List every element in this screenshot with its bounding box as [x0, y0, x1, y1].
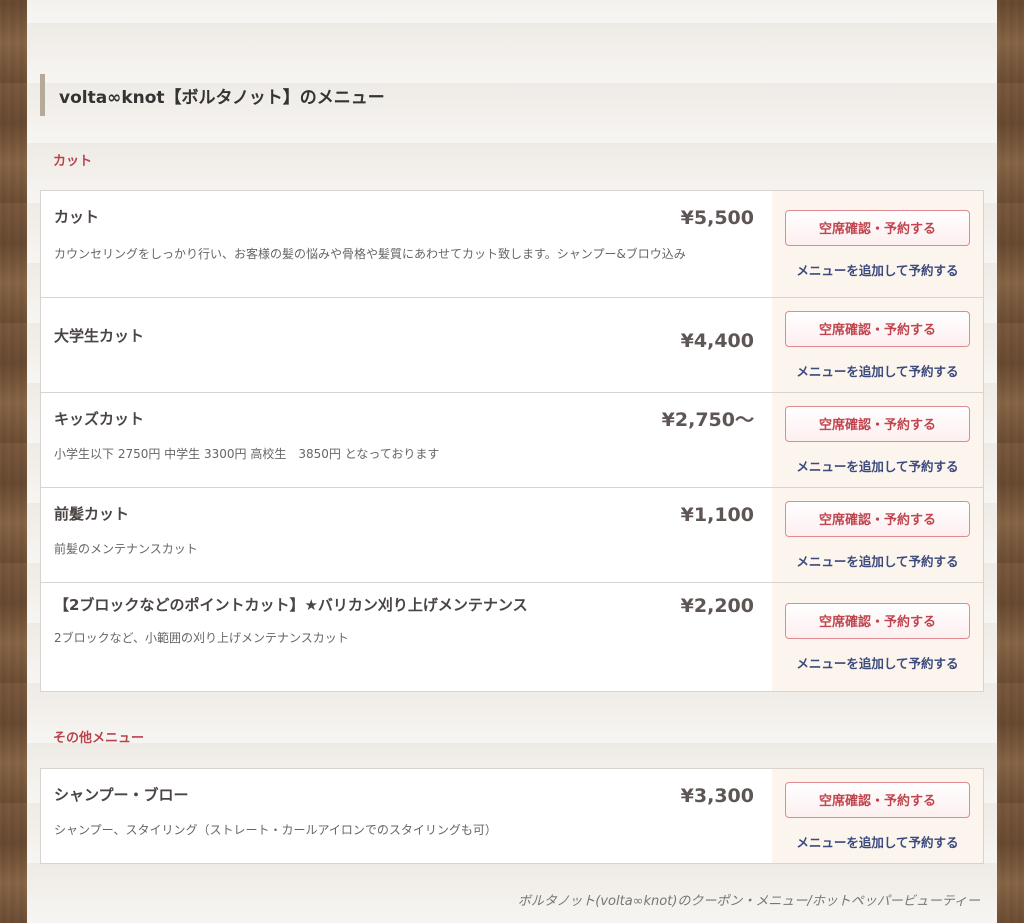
- add-menu-reserve-link[interactable]: メニューを追加して予約する: [796, 260, 958, 279]
- reserve-button[interactable]: 空席確認・予約する: [785, 310, 970, 347]
- menu-row: カット ¥5,500 カウンセリングをしっかり行い、お客様の髪の悩みや骨格や髪質…: [41, 191, 983, 298]
- menu-item-name: 【2ブロックなどのポイントカット】★バリカン刈り上げメンテナンス: [54, 596, 528, 614]
- menu-item-desc: 2ブロックなど、小範囲の刈り上げメンテナンスカット: [54, 631, 349, 645]
- menu-item-name: 前髪カット: [54, 505, 130, 523]
- menu-item-name: カット: [54, 208, 100, 226]
- menu-row-main: 前髪カット ¥1,100 前髪のメンテナンスカット: [41, 488, 772, 582]
- menu-item-desc: シャンプー、スタイリング（ストレート・カールアイロンでのスタイリングも可）: [54, 823, 497, 837]
- menu-item-price: ¥2,750〜: [661, 409, 754, 431]
- reserve-button[interactable]: 空席確認・予約する: [785, 781, 970, 818]
- menu-row-actions: 空席確認・予約する メニューを追加して予約する: [772, 769, 983, 863]
- reserve-button[interactable]: 空席確認・予約する: [785, 602, 970, 639]
- menu-row: シャンプー・ブロー ¥3,300 シャンプー、スタイリング（ストレート・カールア…: [41, 769, 983, 863]
- menu-item-desc: カウンセリングをしっかり行い、お客様の髪の悩みや骨格や髪質にあわせてカット致しま…: [54, 247, 686, 261]
- menu-item-name: 大学生カット: [54, 327, 145, 345]
- menu-row: キッズカット ¥2,750〜 小学生以下 2750円 中学生 3300円 高校生…: [41, 393, 983, 488]
- menu-row: 前髪カット ¥1,100 前髪のメンテナンスカット 空席確認・予約する メニュー…: [41, 488, 983, 583]
- reserve-button[interactable]: 空席確認・予約する: [785, 209, 970, 246]
- menu-row-actions: 空席確認・予約する メニューを追加して予約する: [772, 488, 983, 582]
- menu-row-main: カット ¥5,500 カウンセリングをしっかり行い、お客様の髪の悩みや骨格や髪質…: [41, 191, 772, 297]
- menu-row-actions: 空席確認・予約する メニューを追加して予約する: [772, 583, 983, 691]
- menu-row-actions: 空席確認・予約する メニューを追加して予約する: [772, 393, 983, 487]
- menu-row-main: 【2ブロックなどのポイントカット】★バリカン刈り上げメンテナンス ¥2,200 …: [41, 583, 772, 691]
- category-label-other: その他メニュー: [53, 731, 145, 746]
- menu-table-other: シャンプー・ブロー ¥3,300 シャンプー、スタイリング（ストレート・カールア…: [40, 768, 984, 864]
- menu-item-price: ¥5,500: [680, 207, 754, 229]
- menu-item-desc: 前髪のメンテナンスカット: [54, 542, 198, 556]
- add-menu-reserve-link[interactable]: メニューを追加して予約する: [796, 653, 958, 672]
- menu-item-price: ¥3,300: [680, 785, 754, 807]
- menu-row: 【2ブロックなどのポイントカット】★バリカン刈り上げメンテナンス ¥2,200 …: [41, 583, 983, 691]
- menu-item-name: シャンプー・ブロー: [54, 786, 189, 804]
- add-menu-reserve-link[interactable]: メニューを追加して予約する: [796, 551, 958, 570]
- reserve-button[interactable]: 空席確認・予約する: [785, 405, 970, 442]
- add-menu-reserve-link[interactable]: メニューを追加して予約する: [796, 832, 958, 851]
- menu-table-cut: カット ¥5,500 カウンセリングをしっかり行い、お客様の髪の悩みや骨格や髪質…: [40, 190, 984, 692]
- menu-item-price: ¥4,400: [680, 330, 754, 352]
- menu-section-header: volta∞knot【ボルタノット】のメニュー: [40, 74, 385, 116]
- menu-row-main: シャンプー・ブロー ¥3,300 シャンプー、スタイリング（ストレート・カールア…: [41, 769, 772, 863]
- add-menu-reserve-link[interactable]: メニューを追加して予約する: [796, 361, 958, 380]
- page-container: volta∞knot【ボルタノット】のメニュー カット カット ¥5,500 カ…: [27, 0, 997, 923]
- reserve-button[interactable]: 空席確認・予約する: [785, 500, 970, 537]
- menu-row: 大学生カット ¥4,400 空席確認・予約する メニューを追加して予約する: [41, 298, 983, 393]
- menu-row-actions: 空席確認・予約する メニューを追加して予約する: [772, 191, 983, 297]
- menu-item-name: キッズカット: [54, 410, 145, 428]
- page-title: volta∞knot【ボルタノット】のメニュー: [59, 87, 385, 108]
- menu-item-desc: 小学生以下 2750円 中学生 3300円 高校生 3850円 となっております: [54, 447, 440, 461]
- menu-row-main: 大学生カット ¥4,400: [41, 298, 772, 392]
- menu-row-actions: 空席確認・予約する メニューを追加して予約する: [772, 298, 983, 392]
- menu-item-price: ¥2,200: [680, 595, 754, 617]
- add-menu-reserve-link[interactable]: メニューを追加して予約する: [796, 456, 958, 475]
- footer-note: ボルタノット(volta∞knot)のクーポン・メニュー/ホットペッパービューテ…: [517, 894, 980, 909]
- menu-item-price: ¥1,100: [680, 504, 754, 526]
- menu-row-main: キッズカット ¥2,750〜 小学生以下 2750円 中学生 3300円 高校生…: [41, 393, 772, 487]
- category-label-cut: カット: [53, 154, 93, 169]
